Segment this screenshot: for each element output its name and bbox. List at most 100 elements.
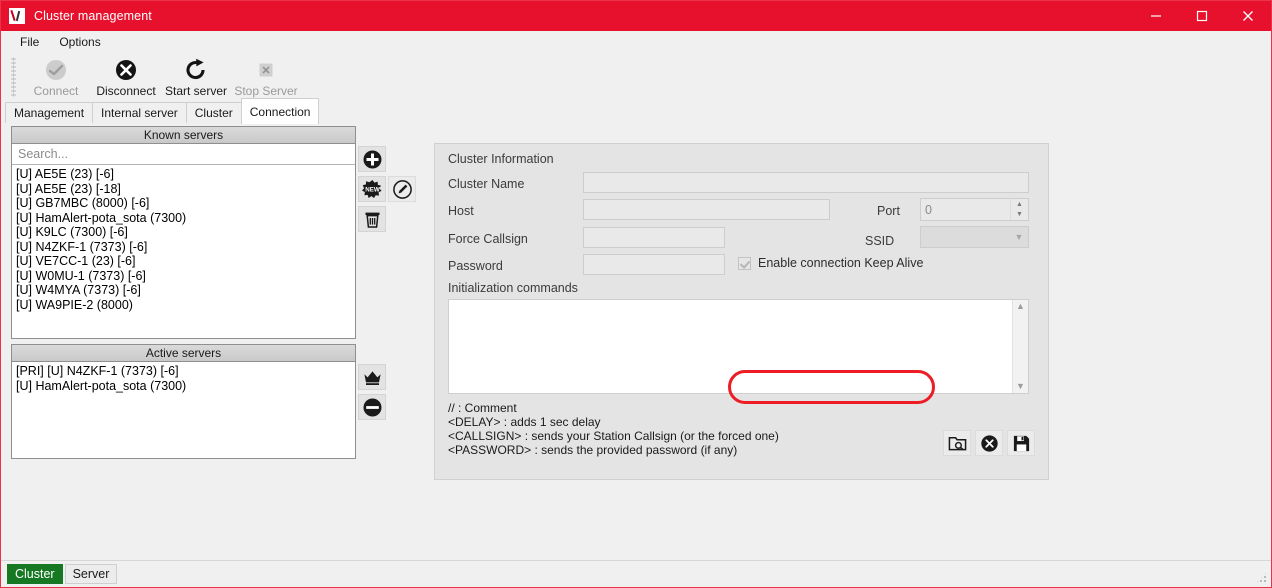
browse-button[interactable] — [943, 430, 971, 456]
list-item[interactable]: [U] WA9PIE-2 (8000) — [12, 298, 355, 313]
initialization-commands-label: Initialization commands — [448, 281, 578, 295]
password-input[interactable] — [583, 254, 725, 275]
port-decrement-icon[interactable]: ▼ — [1011, 210, 1028, 221]
connect-button[interactable]: Connect — [21, 54, 91, 98]
keep-alive-label: Enable connection Keep Alive — [758, 256, 924, 270]
start-server-button[interactable]: Start server — [161, 54, 231, 98]
list-item[interactable]: [U] AE5E (23) [-6] — [12, 167, 355, 182]
port-value: 0 — [925, 202, 932, 217]
menu-file[interactable]: File — [11, 32, 48, 52]
tab-management[interactable]: Management — [5, 102, 94, 124]
disconnect-button[interactable]: Disconnect — [91, 54, 161, 98]
start-server-label: Start server — [164, 84, 227, 98]
cancel-button[interactable] — [975, 430, 1003, 456]
title-bar: Cluster management — [1, 1, 1271, 31]
menu-options[interactable]: Options — [50, 32, 109, 52]
pencil-circle-icon — [392, 179, 412, 199]
edit-server-button[interactable] — [388, 176, 416, 202]
plus-circle-icon — [363, 150, 381, 168]
trash-icon — [365, 212, 379, 228]
app-icon — [9, 8, 25, 24]
port-spinner-arrows[interactable]: ▲ ▼ — [1010, 199, 1028, 220]
toolbar: Connect Disconnect Start server Stop Ser… — [1, 54, 1271, 102]
new-server-button[interactable]: NEW — [358, 176, 386, 202]
active-servers-list[interactable]: [PRI] [U] N4ZKF-1 (7373) [-6] [U] HamAle… — [12, 362, 355, 393]
tab-connection[interactable]: Connection — [240, 98, 320, 124]
maximize-icon[interactable] — [1179, 1, 1225, 31]
force-callsign-label: Force Callsign — [448, 232, 528, 246]
x-circle-icon — [980, 434, 998, 452]
scroll-up-icon[interactable]: ▲ — [1016, 302, 1025, 311]
commands-legend: // : Comment <DELAY> : adds 1 sec delay … — [448, 401, 779, 457]
initialization-commands-textarea[interactable]: ▲ ▼ — [448, 299, 1029, 394]
list-item[interactable]: [U] W0MU-1 (7373) [-6] — [12, 269, 355, 284]
port-increment-icon[interactable]: ▲ — [1011, 199, 1028, 210]
save-button[interactable] — [1007, 430, 1035, 456]
legend-line: <CALLSIGN> : sends your Station Callsign… — [448, 429, 779, 443]
stop-server-icon — [254, 57, 278, 83]
search-input[interactable] — [16, 146, 346, 162]
password-label: Password — [448, 259, 503, 273]
list-item[interactable]: [U] HamAlert-pota_sota (7300) — [12, 211, 355, 226]
known-servers-list[interactable]: [U] AE5E (23) [-6] [U] AE5E (23) [-18] [… — [12, 165, 355, 312]
list-item[interactable]: [U] K9LC (7300) [-6] — [12, 225, 355, 240]
list-item[interactable]: [U] AE5E (23) [-18] — [12, 182, 355, 197]
host-label: Host — [448, 204, 474, 218]
list-item[interactable]: [U] HamAlert-pota_sota (7300) — [12, 379, 355, 394]
known-servers-header: Known servers — [12, 127, 355, 144]
connect-icon — [44, 57, 68, 83]
keep-alive-checkbox[interactable]: Enable connection Keep Alive — [738, 256, 923, 270]
textarea-scrollbar[interactable]: ▲ ▼ — [1012, 300, 1028, 393]
remove-active-button[interactable] — [358, 394, 386, 420]
start-server-icon — [184, 57, 208, 83]
disconnect-icon — [114, 57, 138, 83]
list-item[interactable]: [U] W4MYA (7373) [-6] — [12, 283, 355, 298]
chevron-down-icon: ▼ — [1014, 232, 1024, 242]
list-item[interactable]: [U] VE7CC-1 (23) [-6] — [12, 254, 355, 269]
status-chip-server[interactable]: Server — [64, 564, 118, 584]
cluster-information-title: Cluster Information — [448, 152, 554, 166]
list-item[interactable]: [U] GB7MBC (8000) [-6] — [12, 196, 355, 211]
window-title: Cluster management — [34, 9, 152, 23]
tab-internal-server[interactable]: Internal server — [92, 102, 187, 124]
minus-circle-icon — [363, 398, 381, 416]
port-stepper[interactable]: 0 ▲ ▼ — [920, 198, 1029, 221]
ssid-label: SSID — [865, 234, 895, 248]
keep-alive-check-icon[interactable] — [738, 256, 751, 270]
status-chip-cluster[interactable]: Cluster — [7, 564, 63, 584]
window-controls — [1133, 1, 1271, 31]
new-badge-icon: NEW — [361, 179, 382, 198]
cluster-name-input[interactable] — [583, 172, 1029, 193]
list-item[interactable]: [PRI] [U] N4ZKF-1 (7373) [-6] — [12, 364, 355, 379]
known-servers-search[interactable] — [12, 144, 355, 165]
crown-icon — [363, 370, 381, 385]
status-bar: Cluster Server — [1, 560, 1271, 587]
add-server-button[interactable] — [358, 146, 386, 172]
textarea-content[interactable] — [449, 300, 1012, 393]
disconnect-label: Disconnect — [96, 84, 156, 98]
svg-text:NEW: NEW — [365, 186, 380, 193]
set-primary-button[interactable] — [358, 364, 386, 390]
legend-line: // : Comment — [448, 401, 517, 415]
toolbar-grip[interactable] — [11, 57, 16, 97]
ssid-select[interactable]: ▼ — [920, 226, 1029, 248]
cluster-information-panel: Cluster Information Cluster Name Host Po… — [434, 143, 1049, 480]
known-servers-panel: Known servers [U] AE5E (23) [-6] [U] AE5… — [11, 126, 356, 339]
minimize-icon[interactable] — [1133, 1, 1179, 31]
delete-server-button[interactable] — [358, 206, 386, 232]
close-icon[interactable] — [1225, 1, 1271, 31]
floppy-save-icon — [1013, 435, 1029, 451]
list-item[interactable]: [U] N4ZKF-1 (7373) [-6] — [12, 240, 355, 255]
tab-cluster[interactable]: Cluster — [185, 102, 242, 124]
active-servers-header: Active servers — [12, 345, 355, 362]
legend-line: <PASSWORD> : sends the provided password… — [448, 443, 738, 457]
force-callsign-input[interactable] — [583, 227, 725, 248]
resize-grip[interactable] — [1255, 571, 1268, 584]
menu-bar: File Options — [1, 31, 1271, 54]
legend-line: <DELAY> : adds 1 sec delay — [448, 415, 601, 429]
port-label: Port — [877, 204, 900, 218]
stop-server-button[interactable]: Stop Server — [231, 54, 301, 98]
scroll-down-icon[interactable]: ▼ — [1016, 382, 1025, 391]
host-input[interactable] — [583, 199, 830, 220]
active-servers-panel: Active servers [PRI] [U] N4ZKF-1 (7373) … — [11, 344, 356, 459]
